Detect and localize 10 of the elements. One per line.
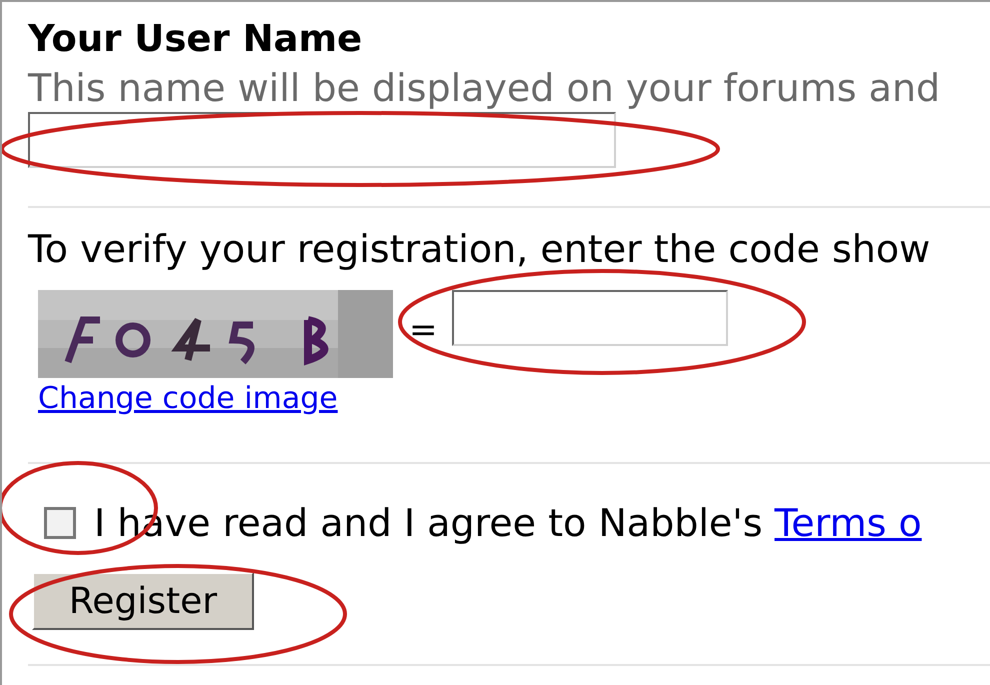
section-heading: Your User Name [28,16,364,62]
change-code-link[interactable]: Change code image [38,380,338,418]
field-hint: This name will be displayed on your forums and [28,65,942,112]
instruction-text: To verify your registration, enter the code show [28,226,932,272]
equals-sign: = [409,310,438,350]
terms-checkbox[interactable] [44,507,76,539]
code-input[interactable] [452,290,728,346]
register-button[interactable]: Register [32,572,254,630]
username-input[interactable] [28,112,616,168]
terms-link[interactable]: Terms o [774,500,922,546]
